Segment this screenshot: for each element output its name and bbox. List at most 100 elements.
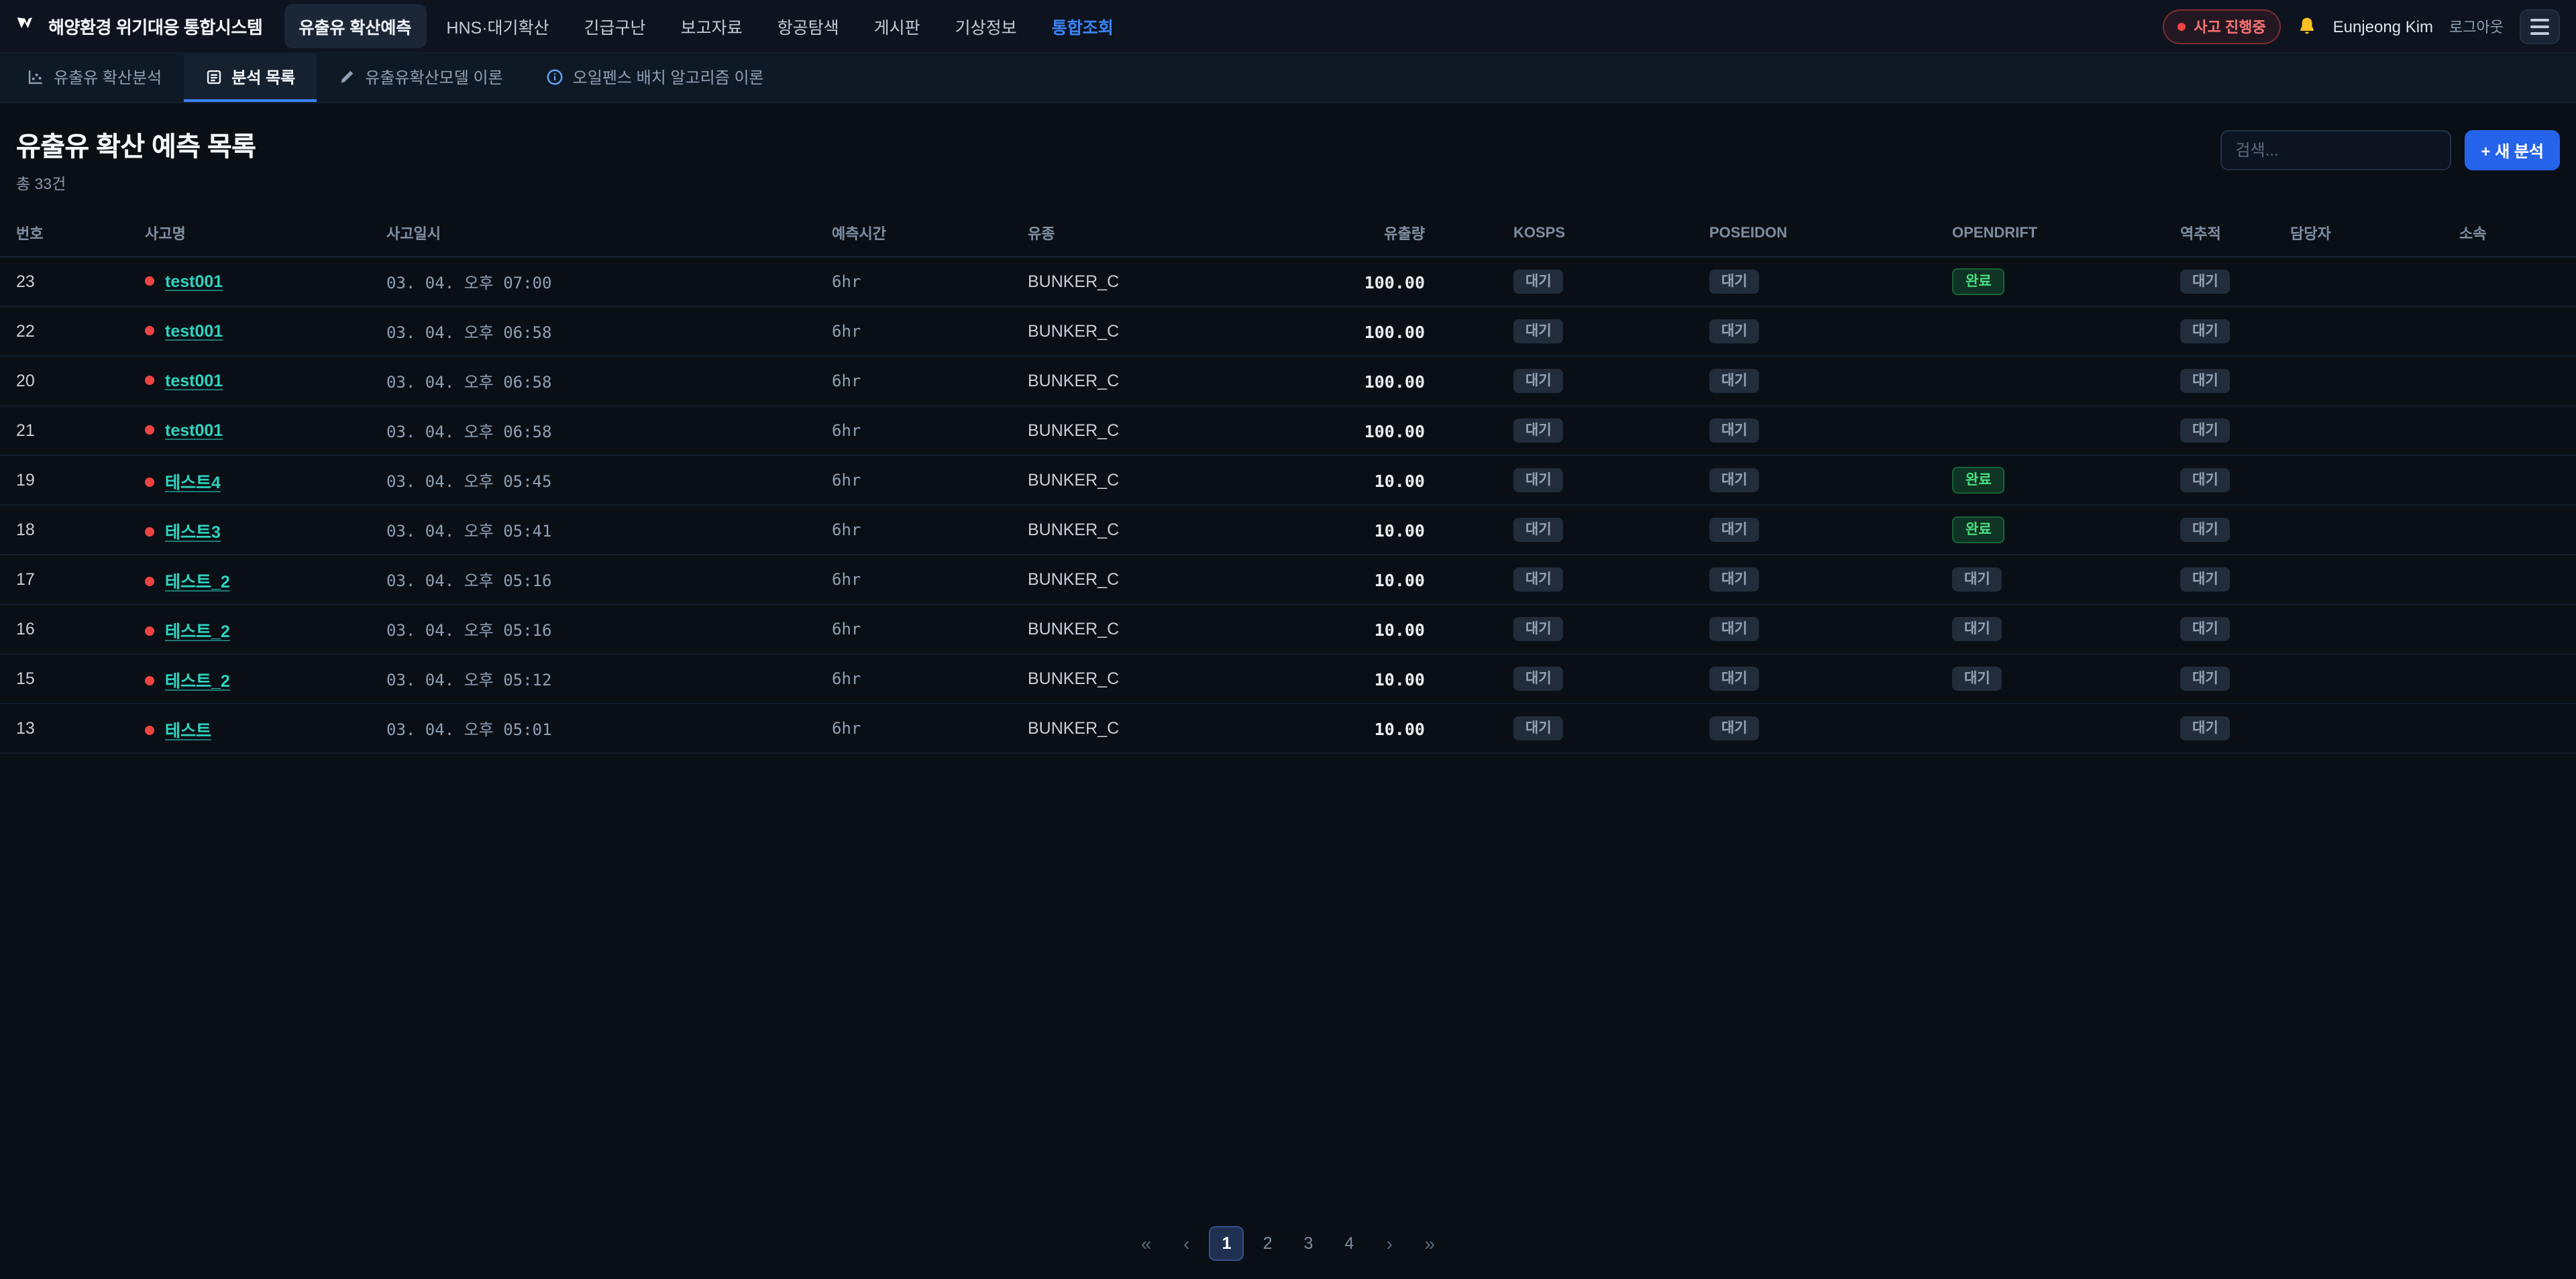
cell-name: 테스트3 xyxy=(134,505,376,555)
nav-item[interactable]: HNS·대기확산 xyxy=(431,4,564,48)
last-page-button[interactable]: » xyxy=(1412,1225,1447,1260)
nav-item[interactable]: 항공탐색 xyxy=(763,4,854,48)
column-header: KOSPS xyxy=(1436,211,1664,257)
column-header: 번호 xyxy=(0,211,134,257)
prev-page-button[interactable]: ‹ xyxy=(1169,1225,1204,1260)
incident-link[interactable]: 테스트3 xyxy=(165,522,221,541)
status-badge: 대기 xyxy=(2180,469,2231,492)
status-badge: 대기 xyxy=(1513,419,1564,443)
cell-backtrack: 대기 xyxy=(2147,654,2274,704)
table-row: 23 test001 03. 04. 오후 07:00 6hr BUNKER_C… xyxy=(0,257,2576,307)
page-button[interactable]: 2 xyxy=(1250,1225,1285,1260)
cell-affiliation xyxy=(2422,307,2576,356)
cell-datetime: 03. 04. 오후 06:58 xyxy=(376,406,821,455)
cell-name: 테스트_2 xyxy=(134,654,376,704)
status-badge: 대기 xyxy=(1709,419,1760,443)
page-button[interactable]: 3 xyxy=(1291,1225,1326,1260)
cell-name: test001 xyxy=(134,356,376,406)
nav-menu: 유출유 확산예측 HNS·대기확산 긴급구난 보고자료 항공탐색 게시판 기상정… xyxy=(284,4,1128,48)
cell-datetime: 03. 04. 오후 05:12 xyxy=(376,654,821,704)
page-head-actions: + 새 분석 xyxy=(2220,130,2560,170)
cell-kosps: 대기 xyxy=(1436,257,1664,307)
cell-backtrack: 대기 xyxy=(2147,604,2274,654)
tab[interactable]: 유출유 확산분석 xyxy=(5,54,183,102)
status-badge: 대기 xyxy=(1709,518,1760,542)
first-page-button[interactable]: « xyxy=(1129,1225,1164,1260)
logo-icon xyxy=(16,13,38,39)
nav-item[interactable]: 유출유 확산예측 xyxy=(284,4,426,48)
cell-datetime: 03. 04. 오후 05:41 xyxy=(376,505,821,555)
page-button[interactable]: 1 xyxy=(1210,1225,1244,1260)
next-page-button[interactable]: › xyxy=(1372,1225,1407,1260)
cell-manager xyxy=(2274,704,2422,753)
cell-amount: 10.00 xyxy=(1285,555,1436,604)
tab[interactable]: 분석 목록 xyxy=(183,54,317,102)
cell-no: 21 xyxy=(0,406,134,455)
cell-opendrift xyxy=(1905,704,2147,753)
status-badge: 대기 xyxy=(1513,618,1564,641)
incident-link[interactable]: test001 xyxy=(165,322,223,341)
status-badge: 대기 xyxy=(2180,270,2231,294)
incident-link[interactable]: 테스트_2 xyxy=(165,572,230,591)
page-title: 유출유 확산 예측 목록 xyxy=(16,125,256,164)
navbar-right: 사고 진행중 Eunjeong Kim 로그아웃 xyxy=(2163,9,2560,44)
cell-opendrift xyxy=(1905,406,2147,455)
cell-kosps: 대기 xyxy=(1436,406,1664,455)
table-row: 22 test001 03. 04. 오후 06:58 6hr BUNKER_C… xyxy=(0,307,2576,356)
cell-poseidon: 대기 xyxy=(1664,654,1905,704)
search-input[interactable] xyxy=(2220,130,2451,170)
nav-item[interactable]: 게시판 xyxy=(859,4,935,48)
status-badge: 대기 xyxy=(1513,717,1564,740)
incident-dot-icon xyxy=(145,276,154,286)
nav-item[interactable]: 긴급구난 xyxy=(570,4,661,48)
cell-kosps: 대기 xyxy=(1436,704,1664,753)
cell-backtrack: 대기 xyxy=(2147,704,2274,753)
incident-link[interactable]: test001 xyxy=(165,372,223,390)
incident-link[interactable]: 테스트4 xyxy=(165,473,221,492)
incident-dot-icon xyxy=(145,326,154,335)
incident-dot-icon xyxy=(145,576,154,586)
bell-icon[interactable] xyxy=(2297,16,2317,36)
cell-no: 19 xyxy=(0,455,134,505)
status-badge: 대기 xyxy=(2180,320,2231,343)
tab-label: 유출유확산모델 이론 xyxy=(365,65,502,88)
page-button[interactable]: 4 xyxy=(1332,1225,1366,1260)
cell-datetime: 03. 04. 오후 06:58 xyxy=(376,307,821,356)
cell-kosps: 대기 xyxy=(1436,455,1664,505)
tab-label: 유출유 확산분석 xyxy=(54,65,162,88)
status-badge: 완료 xyxy=(1952,517,2005,543)
logout-button[interactable]: 로그아웃 xyxy=(2449,15,2504,37)
tab[interactable]: 오일펜스 배치 알고리즘 이론 xyxy=(525,54,786,102)
cell-manager xyxy=(2274,455,2422,505)
cell-amount: 10.00 xyxy=(1285,455,1436,505)
tab-label: 분석 목록 xyxy=(231,65,295,88)
cell-backtrack: 대기 xyxy=(2147,455,2274,505)
incident-link[interactable]: test001 xyxy=(165,272,223,291)
incident-status-badge: 사고 진행중 xyxy=(2163,9,2280,44)
nav-item[interactable]: 보고자료 xyxy=(666,4,757,48)
cell-no: 18 xyxy=(0,505,134,555)
incident-link[interactable]: 테스트 xyxy=(165,721,211,740)
nav-item[interactable]: 기상정보 xyxy=(941,4,1032,48)
incident-link[interactable]: test001 xyxy=(165,421,223,440)
cell-opendrift: 대기 xyxy=(1905,654,2147,704)
menu-button[interactable] xyxy=(2520,9,2560,44)
incident-dot-icon xyxy=(145,425,154,435)
cell-name: 테스트_2 xyxy=(134,555,376,604)
column-header: POSEIDON xyxy=(1664,211,1905,257)
page-numbers: 1 2 3 4 xyxy=(1210,1225,1367,1260)
incident-link[interactable]: 테스트_2 xyxy=(165,671,230,690)
cell-datetime: 03. 04. 오후 07:00 xyxy=(376,257,821,307)
cell-duration: 6hr xyxy=(821,704,1017,753)
column-header: 소속 xyxy=(2422,211,2576,257)
cell-poseidon: 대기 xyxy=(1664,704,1905,753)
nav-item[interactable]: 통합조회 xyxy=(1037,4,1128,48)
total-count: 총 33건 xyxy=(16,173,256,194)
new-analysis-button[interactable]: + 새 분석 xyxy=(2465,130,2560,170)
tab[interactable]: 유출유확산모델 이론 xyxy=(317,54,524,102)
incident-dot-icon xyxy=(145,626,154,635)
cell-backtrack: 대기 xyxy=(2147,356,2274,406)
status-badge: 대기 xyxy=(1709,667,1760,691)
incident-link[interactable]: 테스트_2 xyxy=(165,622,230,641)
status-badge: 대기 xyxy=(1513,370,1564,393)
